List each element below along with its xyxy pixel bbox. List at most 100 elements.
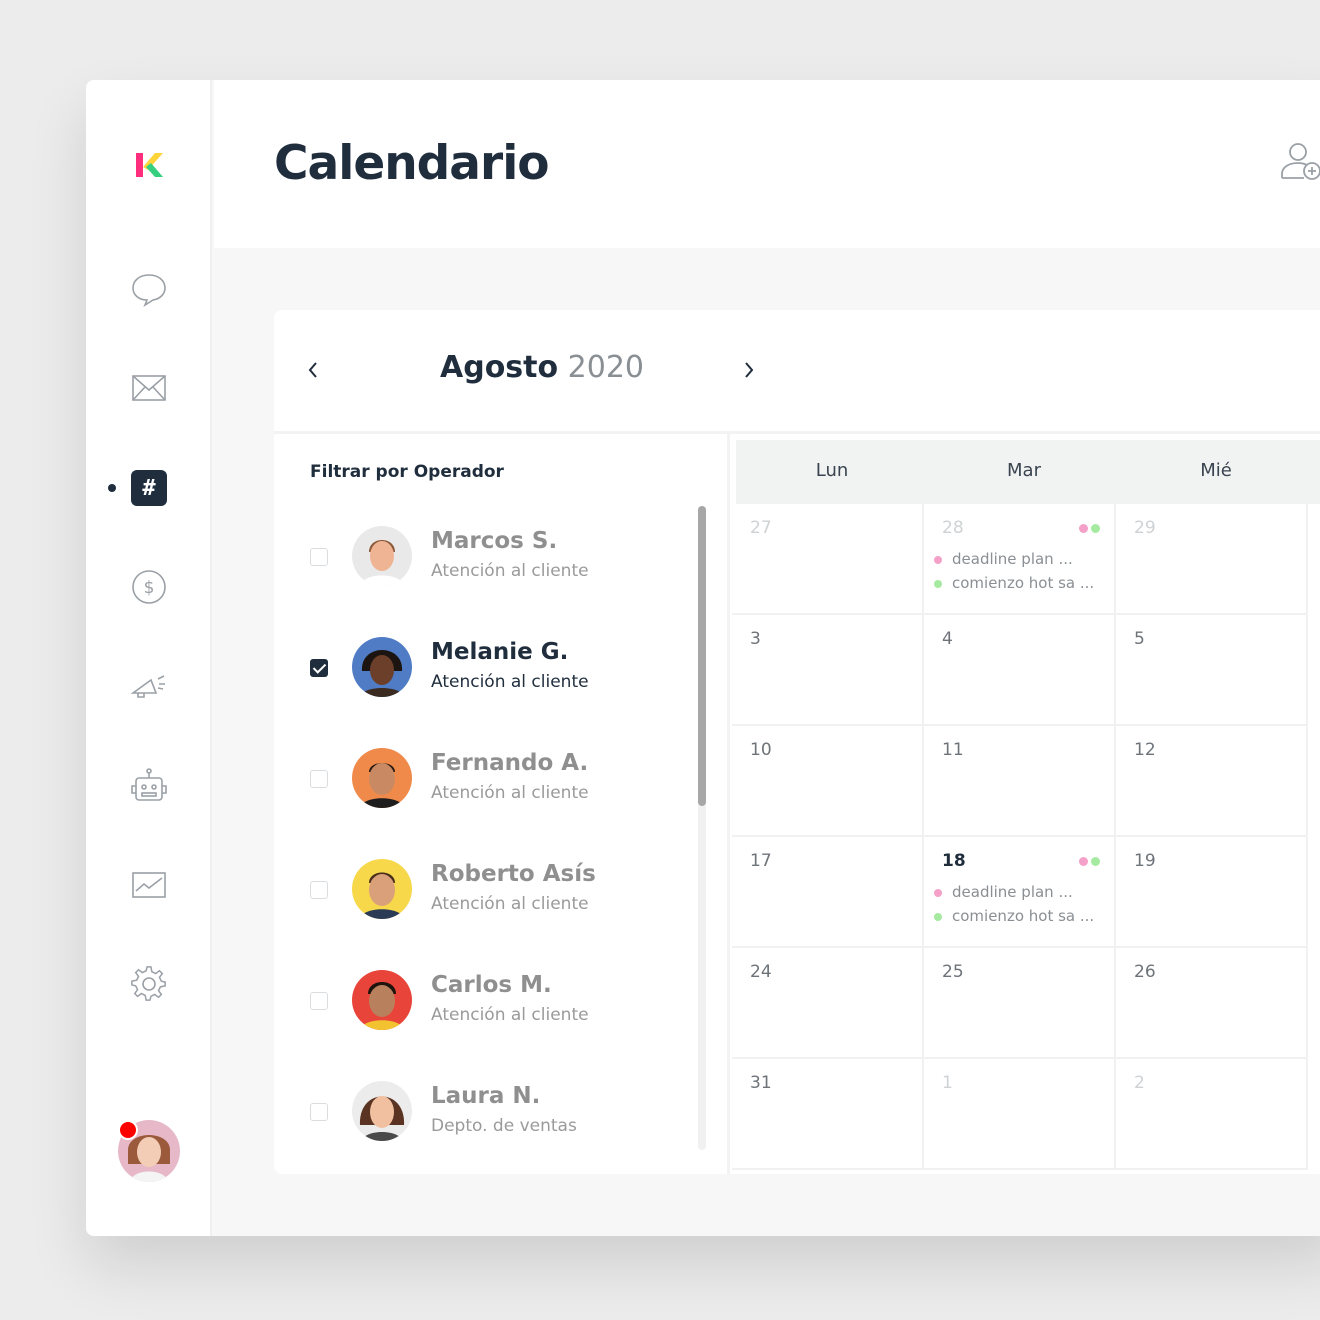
calendar-event[interactable]: comienzo hot sa ... — [934, 574, 1094, 592]
calendar-day-cell[interactable]: 1 — [924, 1059, 1116, 1170]
calendar-day-cell[interactable]: 19 — [1116, 837, 1308, 948]
day-number: 24 — [750, 962, 772, 982]
day-number: 26 — [1134, 962, 1156, 982]
add-user-icon[interactable] — [1280, 140, 1320, 186]
day-number: 27 — [750, 518, 772, 538]
active-indicator — [108, 484, 116, 492]
year-label: 2020 — [567, 350, 645, 385]
chevron-left-icon — [308, 362, 317, 378]
nav-bots[interactable] — [128, 765, 170, 807]
operator-role: Atención al cliente — [431, 894, 589, 914]
calendar-event[interactable]: deadline plan ... — [934, 550, 1073, 568]
event-color-dot — [934, 912, 942, 921]
operator-row[interactable]: Marcos S. Atención al cliente — [274, 506, 694, 596]
day-number: 3 — [750, 629, 761, 649]
day-number: 11 — [942, 740, 964, 760]
calendar-day-cell[interactable]: 12 — [1116, 726, 1308, 837]
day-number: 2 — [1134, 1073, 1145, 1093]
event-title: deadline plan ... — [952, 883, 1073, 901]
operator-checkbox[interactable] — [310, 992, 328, 1010]
calendar-event[interactable]: comienzo hot sa ... — [934, 907, 1094, 925]
event-dot — [1079, 524, 1088, 533]
calendar-day-cell[interactable]: 10 — [732, 726, 924, 837]
calendar-day-cell[interactable]: 3 — [732, 615, 924, 726]
calendar-day-cell[interactable]: 5 — [1116, 615, 1308, 726]
operator-row[interactable]: Roberto Asís Atención al cliente — [274, 839, 694, 929]
scrollbar-thumb[interactable] — [698, 506, 706, 806]
calendar-day-cell[interactable]: 26 — [1116, 948, 1308, 1059]
nav-mail[interactable] — [128, 367, 170, 409]
nav-billing[interactable]: $ — [128, 566, 170, 608]
event-title: comienzo hot sa ... — [952, 907, 1095, 925]
weekday-label: Lun — [815, 460, 849, 481]
chart-icon — [132, 872, 166, 898]
operator-row[interactable]: Laura N. Depto. de ventas — [274, 1061, 694, 1151]
calendar-day-cell[interactable]: 18 deadline plan ... comienzo hot sa ... — [924, 837, 1116, 948]
event-indicator-dots — [1079, 857, 1100, 866]
operator-checkbox[interactable] — [310, 881, 328, 899]
sidebar: # $ — [86, 80, 212, 1236]
operator-row[interactable]: Melanie G. Atención al cliente — [274, 617, 694, 707]
event-dot — [1091, 857, 1100, 866]
dollar-icon: $ — [132, 570, 166, 604]
calendar-event[interactable]: deadline plan ... — [934, 883, 1073, 901]
event-color-dot — [934, 888, 942, 897]
operator-avatar — [352, 1081, 412, 1141]
chat-bubble-icon — [132, 274, 166, 307]
calendar-day-cell[interactable]: 29 — [1116, 504, 1308, 615]
operator-checkbox[interactable] — [310, 1103, 328, 1121]
operator-name: Melanie G. — [431, 639, 569, 665]
nav-hashtag[interactable]: # — [128, 467, 170, 509]
operator-row[interactable]: Carlos M. Atención al cliente — [274, 950, 694, 1040]
next-month-button[interactable] — [736, 356, 762, 384]
prev-month-button[interactable] — [300, 356, 326, 384]
operator-name: Roberto Asís — [431, 861, 596, 887]
operator-filter-panel: Filtrar por Operador Marcos S. Atención … — [274, 434, 730, 1174]
chevron-right-icon — [745, 362, 754, 378]
app-window: # $ Calendario Agosto 2020 Filtrar por O… — [86, 80, 1320, 1236]
nav-chat[interactable] — [128, 268, 170, 310]
operator-checkbox[interactable] — [310, 770, 328, 788]
calendar-day-cell[interactable]: 4 — [924, 615, 1116, 726]
month-title: Agosto 2020 — [440, 350, 644, 385]
calendar-day-cell[interactable]: 31 — [732, 1059, 924, 1170]
nav-campaigns[interactable] — [128, 665, 170, 707]
nav-settings[interactable] — [128, 963, 170, 1005]
operator-row[interactable]: Fernando A. Atención al cliente — [274, 728, 694, 818]
calendar-day-cell[interactable]: 27 — [732, 504, 924, 615]
day-number: 4 — [942, 629, 953, 649]
day-number: 31 — [750, 1073, 772, 1093]
app-logo-icon[interactable] — [134, 150, 164, 180]
calendar-day-cell[interactable]: 28 deadline plan ... comienzo hot sa ... — [924, 504, 1116, 615]
gear-icon — [131, 966, 166, 1001]
operator-checkbox[interactable] — [310, 548, 328, 566]
filter-title: Filtrar por Operador — [310, 462, 504, 482]
operator-checkbox[interactable] — [310, 659, 328, 677]
calendar-day-cell[interactable]: 17 — [732, 837, 924, 948]
topbar: Calendario — [214, 80, 1320, 248]
operator-name: Laura N. — [431, 1083, 541, 1109]
page-title: Calendario — [274, 136, 550, 191]
day-number: 19 — [1134, 851, 1156, 871]
event-dot — [1091, 524, 1100, 533]
weekday-label: Mar — [1007, 460, 1041, 481]
operator-avatar — [352, 859, 412, 919]
operator-avatar — [352, 526, 412, 586]
operator-role: Atención al cliente — [431, 783, 589, 803]
operator-avatar — [352, 970, 412, 1030]
calendar-day-cell[interactable]: 24 — [732, 948, 924, 1059]
nav-reports[interactable] — [128, 864, 170, 906]
calendar-grid: Lun Mar Mié 27 28 deadline plan ... comienz… — [732, 434, 1320, 1174]
operator-name: Marcos S. — [431, 528, 558, 554]
calendar-day-cell[interactable]: 2 — [1116, 1059, 1308, 1170]
calendar-day-cell[interactable]: 11 — [924, 726, 1116, 837]
operator-name: Carlos M. — [431, 972, 552, 998]
day-number: 5 — [1134, 629, 1145, 649]
day-number: 12 — [1134, 740, 1156, 760]
event-dot — [1079, 857, 1088, 866]
weekday-label: Mié — [1200, 460, 1232, 481]
operator-role: Depto. de ventas — [431, 1116, 577, 1136]
weekday-header: Lun Mar Mié — [736, 440, 1320, 504]
day-number: 28 — [942, 518, 964, 538]
calendar-day-cell[interactable]: 25 — [924, 948, 1116, 1059]
